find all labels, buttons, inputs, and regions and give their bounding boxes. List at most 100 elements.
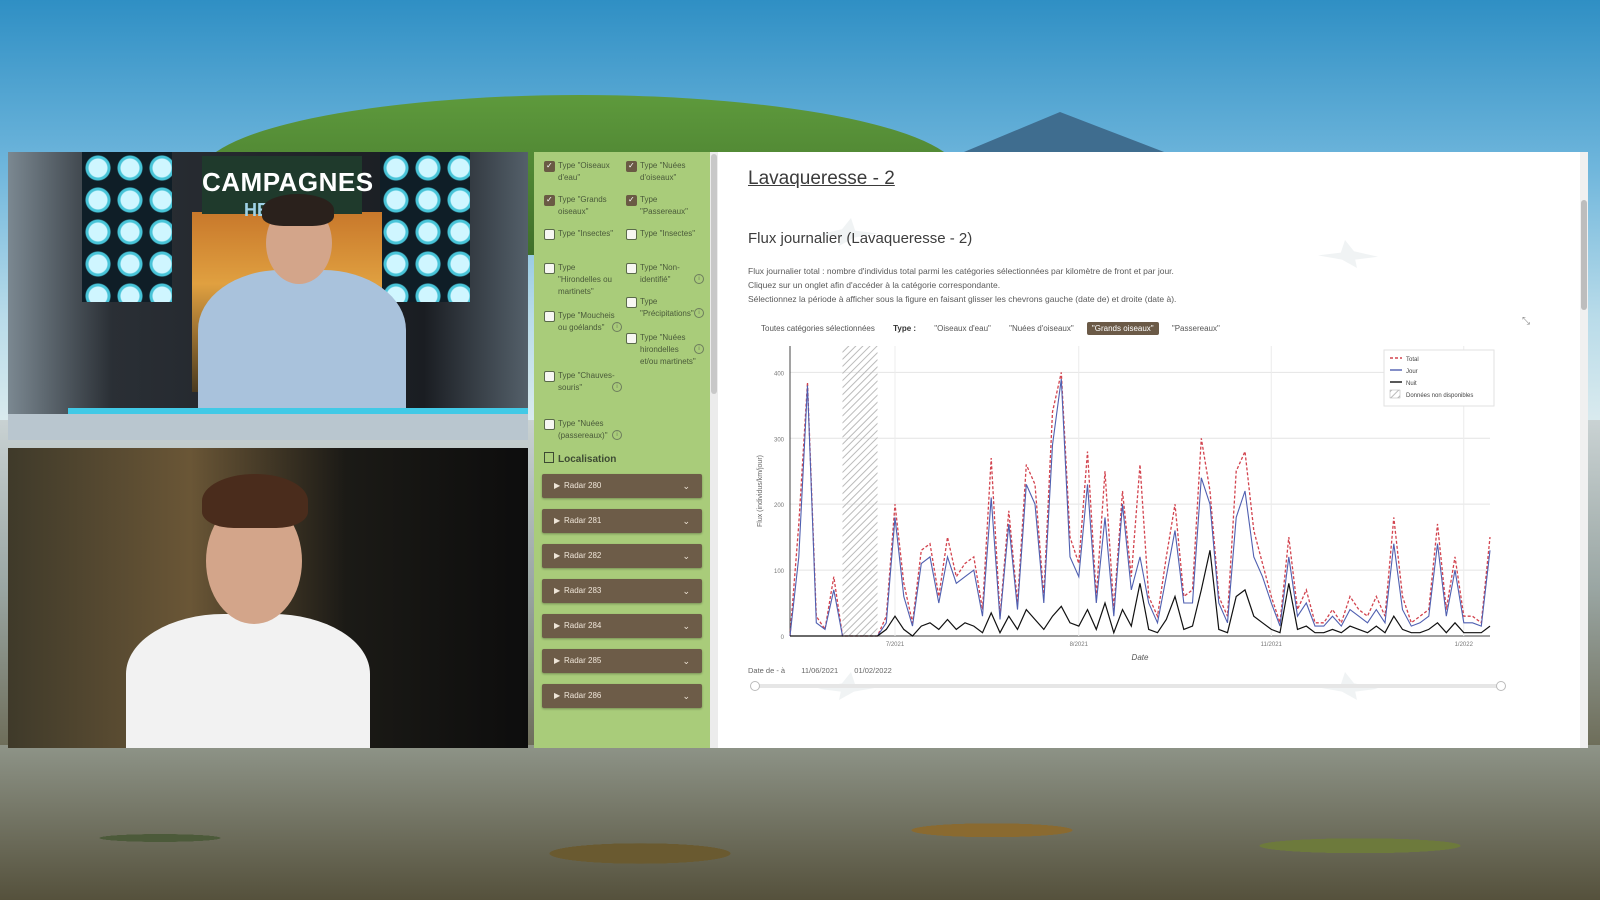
checkbox[interactable] — [626, 297, 637, 308]
localisation-header[interactable]: Localisation — [544, 452, 616, 465]
radar-dropdown-284[interactable]: ▶ Radar 284 ⌄ — [542, 614, 702, 638]
y-tick-label: 300 — [774, 437, 785, 443]
chevron-down-icon: ⌄ — [682, 586, 690, 596]
studio-desk — [8, 414, 528, 440]
led-wall-left — [82, 152, 172, 302]
radar-dropdown-282[interactable]: ▶ Radar 282 ⌄ — [542, 544, 702, 568]
x-axis-label: Date — [1132, 653, 1149, 662]
main-scrollbar[interactable] — [1580, 152, 1588, 748]
tab-type-label: Type : — [893, 324, 917, 333]
radar-dropdown-280[interactable]: ▶ Radar 280 ⌄ — [542, 474, 702, 498]
info-icon[interactable]: i — [612, 430, 622, 440]
filter-precipitations[interactable]: Type "Précipitations" i — [626, 296, 704, 320]
checkbox-checked[interactable] — [626, 160, 637, 172]
section-title: Flux journalier (Lavaqueresse - 2) — [748, 230, 973, 247]
radar-dropdown-283[interactable]: ▶ Radar 283 ⌄ — [542, 579, 702, 603]
chevron-down-icon: ⌄ — [682, 551, 690, 561]
date-range-label: Date de - à — [748, 666, 786, 675]
info-icon[interactable]: i — [694, 308, 704, 318]
sidebar-scrollbar[interactable] — [710, 152, 718, 748]
info-icon[interactable]: i — [694, 274, 704, 284]
filter-oiseaux-eau[interactable]: Type "Oiseaux d'eau" — [544, 160, 616, 184]
tab-all-categories[interactable]: Toutes catégories sélectionnées — [756, 322, 880, 335]
pin-icon: ▶ — [554, 586, 561, 595]
filter-hirondelles[interactable]: Type "Hirondelles ou martinets" — [544, 262, 616, 298]
filter-nuees-hirondelles[interactable]: Type "Nuées hirondelles et/ou martinets"… — [626, 332, 704, 368]
y-tick-label: 0 — [781, 635, 785, 641]
checkbox-checked[interactable] — [626, 194, 637, 206]
radar-dropdown-286[interactable]: ▶ Radar 286 ⌄ — [542, 684, 702, 708]
info-icon[interactable]: i — [694, 344, 704, 354]
pin-icon: ▶ — [554, 621, 561, 630]
checkbox[interactable] — [544, 311, 555, 322]
radar-dropdown-281[interactable]: ▶ Radar 281 ⌄ — [542, 509, 702, 533]
checkbox[interactable] — [544, 263, 555, 274]
filter-insectes[interactable]: Type "Insectes" — [544, 228, 616, 240]
checkbox[interactable] — [626, 229, 637, 240]
daily-flux-chart: 0 100 200 300 400 7/2021 8/2021 11/2021 1/2022 Da… — [748, 340, 1538, 670]
y-tick-label: 400 — [774, 371, 785, 377]
filter-mouettes[interactable]: Type "Moucheis ou goélands" i — [544, 310, 622, 334]
x-tick-label: 7/2021 — [886, 642, 905, 648]
x-tick-label: 8/2021 — [1070, 642, 1089, 648]
filter-insectes-2[interactable]: Type "Insectes" — [626, 228, 698, 240]
radar-label: Radar 284 — [564, 621, 602, 630]
radar-label: Radar 286 — [564, 691, 602, 700]
filter-nuees-passereaux[interactable]: Type "Nuées (passereaux)" i — [544, 418, 622, 442]
legend-label: Données non disponibles — [1406, 393, 1473, 399]
checkbox[interactable] — [544, 371, 555, 382]
chevron-down-icon: ⌄ — [682, 656, 690, 666]
y-axis-label: Flux (individus/km/jour) — [757, 455, 764, 527]
main-content: Lavaqueresse - 2 Flux journalier (Lavaqu… — [718, 152, 1580, 748]
slider-handle-left[interactable] — [750, 681, 760, 691]
radar-label: Radar 285 — [564, 656, 602, 665]
y-tick-label: 200 — [774, 503, 785, 509]
checkbox[interactable] — [626, 333, 637, 344]
legend-label: Total — [1406, 357, 1419, 363]
chevron-down-icon: ⌄ — [682, 481, 690, 491]
page-title: Lavaqueresse - 2 — [748, 168, 895, 189]
checkbox[interactable] — [544, 419, 555, 430]
chart-svg: 0 100 200 300 400 7/2021 8/2021 11/2021 1/2022 Da… — [757, 346, 1495, 662]
category-tabs: Toutes catégories sélectionnées Type : "… — [756, 322, 1231, 336]
unavailable-data-region — [842, 346, 878, 636]
description-line: Flux journalier total : nombre d'individ… — [748, 266, 1174, 276]
x-tick-label: 1/2022 — [1455, 642, 1474, 648]
date-to: 01/02/2022 — [854, 666, 892, 675]
web-app-window: Type "Oiseaux d'eau" Type "Nuées d'oisea… — [534, 152, 1588, 748]
tab-passereaux[interactable]: "Passereaux" — [1167, 322, 1225, 335]
date-from: 11/06/2021 — [801, 666, 839, 675]
pin-icon: ▶ — [554, 656, 561, 665]
tab-oiseaux-eau[interactable]: "Oiseaux d'eau" — [929, 322, 996, 335]
radar-label: Radar 283 — [564, 586, 602, 595]
radar-label: Radar 281 — [564, 516, 602, 525]
filter-passereaux[interactable]: Type "Passereaux" — [626, 194, 698, 218]
tab-grands-oiseaux[interactable]: "Grands oiseaux" — [1086, 322, 1159, 335]
slider-handle-right[interactable] — [1496, 681, 1506, 691]
pin-icon: ▶ — [554, 481, 561, 490]
legend-label: Jour — [1406, 369, 1418, 375]
legend-swatch — [1389, 389, 1401, 399]
tab-nuees-oiseaux[interactable]: "Nuées d'oiseaux" — [1004, 322, 1079, 335]
localisation-label: Localisation — [558, 454, 617, 465]
description-line: Sélectionnez la période à afficher sous … — [748, 294, 1177, 304]
radar-label: Radar 280 — [564, 481, 602, 490]
checkbox[interactable] — [626, 263, 637, 274]
presenter-video: CAMPAGNES HEB — [8, 152, 528, 440]
radar-dropdown-285[interactable]: ▶ Radar 285 ⌄ — [542, 649, 702, 673]
pin-icon: ▶ — [554, 516, 561, 525]
date-range-row: Date de - à 11/06/2021 01/02/2022 — [748, 666, 906, 675]
chevron-down-icon: ⌄ — [682, 691, 690, 701]
expand-icon[interactable]: ⤡ — [1522, 316, 1530, 327]
info-icon[interactable]: i — [612, 382, 622, 392]
legend-label: Nuit — [1406, 381, 1417, 387]
filter-grands-oiseaux[interactable]: Type "Grands oiseaux" — [544, 194, 616, 218]
info-icon[interactable]: i — [612, 322, 622, 332]
date-range-slider[interactable] — [750, 681, 1506, 691]
checkbox-checked[interactable] — [544, 194, 555, 206]
filter-nuees-oiseaux[interactable]: Type "Nuées d'oiseaux" — [626, 160, 698, 184]
filter-non-identifie[interactable]: Type "Non-identifié" i — [626, 262, 704, 286]
checkbox[interactable] — [544, 229, 555, 240]
checkbox-checked[interactable] — [544, 160, 555, 172]
filter-chauves-souris[interactable]: Type "Chauves-souris" i — [544, 370, 622, 394]
